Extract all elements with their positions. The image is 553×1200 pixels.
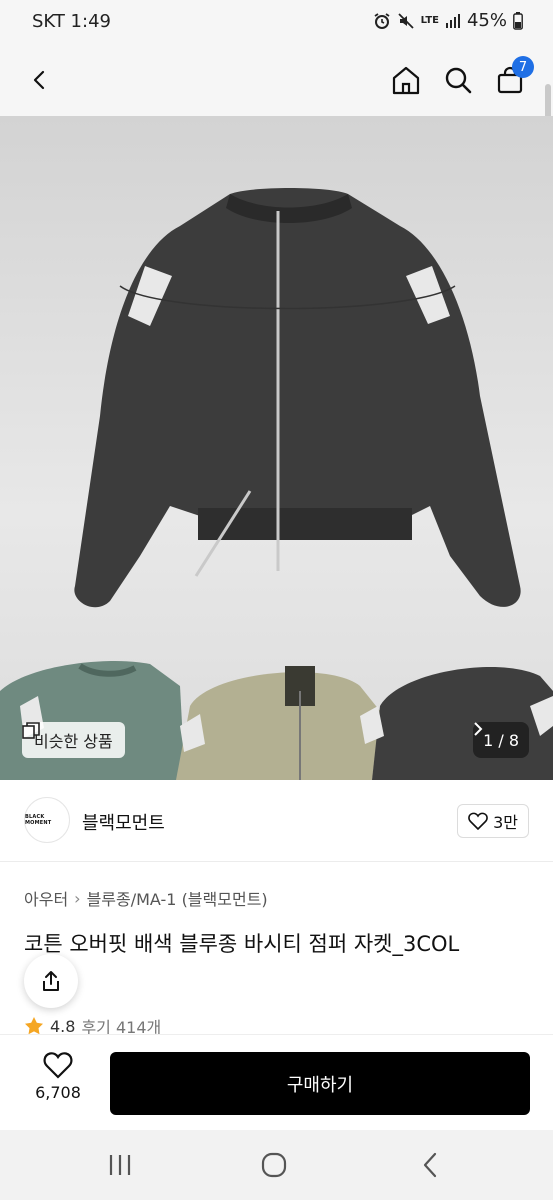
back-nav-button[interactable] [410, 1148, 450, 1182]
heart-icon [43, 1052, 73, 1079]
cart-count-badge: 7 [512, 56, 534, 78]
wishlist-button[interactable]: 6,708 [26, 1051, 90, 1115]
signal-icon [445, 13, 461, 29]
rating-value: 4.8 [50, 1016, 76, 1036]
home-circle-icon [261, 1152, 287, 1178]
brand-like-count: 3만 [493, 813, 518, 832]
wishlist-count: 6,708 [35, 1083, 81, 1102]
status-icons: LTE 45% [373, 10, 523, 31]
breadcrumb-subcategory[interactable]: 블루종/MA-1 (블랙모먼트) [87, 886, 268, 910]
brand-like-button[interactable]: 3만 [457, 804, 529, 838]
color-variants-image [0, 661, 553, 780]
brand-logo-text: BLACK MOMENT [25, 814, 52, 826]
home-button[interactable] [384, 58, 428, 102]
buy-button[interactable]: 구매하기 [110, 1052, 530, 1115]
product-image-carousel[interactable]: 비슷한 상품 1 / 8 [0, 116, 553, 780]
jacket-photo [0, 188, 553, 780]
brand-row[interactable]: BLACK MOMENT 블랙모먼트 3만 [0, 780, 553, 862]
home-nav-button[interactable] [254, 1148, 294, 1182]
rating-row[interactable]: 4.8 후기 414개 [24, 1016, 161, 1036]
similar-products-label: 비슷한 상품 [34, 732, 113, 751]
recents-icon [109, 1155, 131, 1175]
purchase-bar: 6,708 구매하기 [0, 1034, 553, 1130]
brand-logo[interactable]: BLACK MOMENT [24, 797, 70, 843]
product-title: 코튼 오버핏 배색 블루종 바시티 점퍼 자켓_3COL [24, 932, 460, 956]
mute-icon [397, 12, 415, 30]
main-jacket-image [74, 188, 521, 608]
share-button[interactable] [24, 954, 78, 1008]
brand-name[interactable]: 블랙모먼트 [82, 809, 165, 835]
search-button[interactable] [436, 58, 480, 102]
category-breadcrumb: 아우터 › 블루종/MA-1 (블랙모먼트) [24, 886, 268, 910]
status-time: SKT 1:49 [32, 11, 111, 32]
app-header: 7 [0, 44, 553, 164]
screen: SKT 1:49 LTE 45% 7 비슷한 상품 1 / 8 BLACK MO… [0, 0, 553, 1200]
copy-icon [22, 722, 40, 739]
lte-indicator: LTE [420, 15, 439, 26]
status-bar: SKT 1:49 LTE 45% [0, 0, 553, 44]
home-icon [392, 66, 420, 95]
chevron-right-icon [474, 722, 483, 736]
similar-products-button[interactable]: 비슷한 상품 [22, 722, 125, 758]
battery-icon [513, 11, 523, 30]
recents-button[interactable] [100, 1148, 140, 1182]
chevron-right-icon: › [74, 888, 81, 908]
star-icon [25, 1017, 43, 1035]
back-arrow-icon [33, 70, 45, 90]
share-icon [43, 971, 59, 991]
search-icon [445, 67, 472, 94]
back-button[interactable] [18, 58, 62, 102]
alarm-icon [373, 12, 391, 30]
battery-percent: 45% [466, 10, 507, 31]
page-indicator-text: 1 / 8 [483, 730, 519, 750]
back-chevron-icon [423, 1152, 437, 1178]
image-page-indicator[interactable]: 1 / 8 [473, 722, 529, 758]
breadcrumb-category[interactable]: 아우터 [24, 886, 68, 910]
heart-icon [468, 812, 488, 830]
review-count[interactable]: 후기 414개 [81, 1016, 161, 1036]
cart-button[interactable]: 7 [488, 56, 534, 102]
system-nav-bar [0, 1130, 553, 1200]
